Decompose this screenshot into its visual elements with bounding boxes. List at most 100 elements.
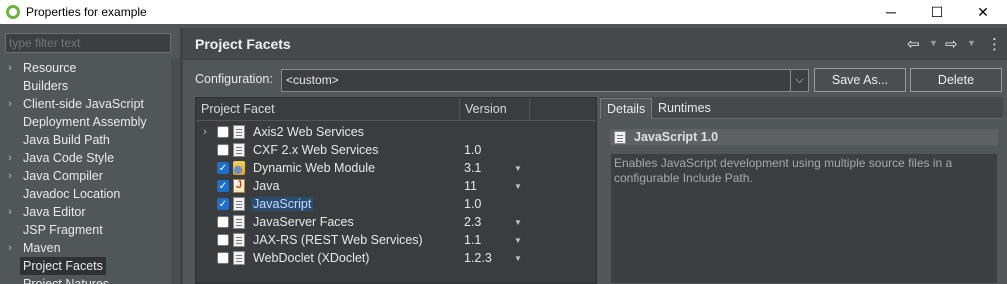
facet-checkbox[interactable] xyxy=(217,252,229,264)
chevron-right-icon[interactable]: › xyxy=(0,167,20,185)
app-icon xyxy=(6,5,20,19)
left-panel: ›ResourceBuilders›Client-side JavaScript… xyxy=(0,28,180,284)
facet-checkbox[interactable]: ✓ xyxy=(217,162,229,174)
facet-version[interactable]: 1.0 xyxy=(464,197,481,211)
back-arrow-icon[interactable]: ⇦ xyxy=(907,35,920,53)
tree-scrollbar[interactable] xyxy=(171,58,180,284)
tree-item-label: Maven xyxy=(23,241,61,255)
facet-name: CXF 2.x Web Services xyxy=(253,143,379,157)
detail-description: Enables JavaScript development using mul… xyxy=(610,153,998,284)
column-header-facet[interactable]: Project Facet xyxy=(196,98,460,120)
forward-dropdown-icon[interactable]: ▼ xyxy=(967,38,976,48)
tree-item[interactable]: JSP Fragment xyxy=(0,221,180,239)
filter-input[interactable] xyxy=(5,33,171,53)
tree-item[interactable]: Project Facets xyxy=(0,257,180,275)
facet-row[interactable]: ✓ Dynamic Web Module 3.1 ▼ xyxy=(196,159,596,177)
facet-row[interactable]: CXF 2.x Web Services 1.0 xyxy=(196,141,596,159)
tree-item-label: Builders xyxy=(23,79,69,93)
title-bar: Properties for example ─ ☐ ✕ xyxy=(0,0,1007,24)
facet-checkbox[interactable] xyxy=(217,144,229,156)
doc-icon xyxy=(614,130,626,144)
tree-item-label: Java Editor xyxy=(23,205,86,219)
chevron-right-icon[interactable]: › xyxy=(0,149,20,167)
chevron-right-icon[interactable]: › xyxy=(196,126,214,138)
facet-version[interactable]: 11 xyxy=(464,179,477,193)
header-divider xyxy=(196,120,596,121)
tree-item[interactable]: Deployment Assembly xyxy=(0,113,180,131)
tree-item[interactable]: Project Natures xyxy=(0,275,180,284)
tree-item-label: JSP Fragment xyxy=(23,223,103,237)
facet-checkbox[interactable]: ✓ xyxy=(217,198,229,210)
tree-item[interactable]: Javadoc Location xyxy=(0,185,180,203)
version-dropdown-icon[interactable]: ▼ xyxy=(514,164,522,173)
tree-item[interactable]: › Resource xyxy=(0,59,180,77)
page-header: Project Facets ⇦ ▼ ⇨ ▼ ⋮ xyxy=(183,28,1007,60)
configuration-label: Configuration: xyxy=(195,72,273,86)
chevron-down-icon[interactable]: ⌵ xyxy=(790,70,808,91)
facet-row[interactable]: JAX-RS (REST Web Services) 1.1 ▼ xyxy=(196,231,596,249)
facet-version[interactable]: 1.2.3 xyxy=(464,251,492,265)
version-dropdown-icon[interactable]: ▼ xyxy=(514,218,522,227)
facet-row[interactable]: › Axis2 Web Services xyxy=(196,123,596,141)
tree-item-label: Java Compiler xyxy=(23,169,103,183)
doc-icon xyxy=(233,251,245,265)
delete-button[interactable]: Delete xyxy=(910,68,1002,92)
tab-details[interactable]: Details xyxy=(600,98,653,119)
facet-checkbox[interactable] xyxy=(217,126,229,138)
facet-name: Java xyxy=(253,179,280,193)
version-dropdown-icon[interactable]: ▼ xyxy=(514,236,522,245)
tree-item[interactable]: › Maven xyxy=(0,239,180,257)
facet-checkbox[interactable]: ✓ xyxy=(217,180,229,192)
web-module-icon xyxy=(233,161,245,175)
minimize-button[interactable]: ─ xyxy=(868,0,914,24)
back-dropdown-icon[interactable]: ▼ xyxy=(929,38,938,48)
version-dropdown-icon[interactable]: ▼ xyxy=(514,182,522,191)
detail-title: JavaScript 1.0 xyxy=(610,129,998,145)
facet-version[interactable]: 1.0 xyxy=(464,143,481,157)
configuration-select[interactable]: <custom> ⌵ xyxy=(281,69,809,92)
maximize-button[interactable]: ☐ xyxy=(914,0,960,24)
tree-item[interactable]: › Java Editor xyxy=(0,203,180,221)
tab-runtimes[interactable]: Runtimes xyxy=(652,98,717,119)
facet-name: WebDoclet (XDoclet) xyxy=(253,251,370,265)
facet-row[interactable]: ✓ Java 11 ▼ xyxy=(196,177,596,195)
tree-item[interactable]: Java Build Path xyxy=(0,131,180,149)
properties-tree: › Resource Builders › Client-side JavaScript… xyxy=(0,59,180,284)
facet-checkbox[interactable] xyxy=(217,234,229,246)
doc-icon xyxy=(233,197,245,211)
tree-item-label: Java Code Style xyxy=(23,151,115,165)
chevron-right-icon[interactable]: › xyxy=(0,59,20,77)
facet-name: Dynamic Web Module xyxy=(253,161,376,175)
chevron-right-icon[interactable]: › xyxy=(0,203,20,221)
doc-icon xyxy=(233,215,245,229)
tree-item-label: Deployment Assembly xyxy=(23,115,147,129)
save-as-button[interactable]: Save As... xyxy=(814,68,906,92)
tree-item-label: Client-side JavaScript xyxy=(23,97,144,111)
facet-checkbox[interactable] xyxy=(217,216,229,228)
window-title: Properties for example xyxy=(26,5,147,19)
tree-item-label: Java Build Path xyxy=(23,133,110,147)
tree-item[interactable]: Builders xyxy=(0,77,180,95)
tree-item[interactable]: › Java Compiler xyxy=(0,167,180,185)
facet-row[interactable]: WebDoclet (XDoclet) 1.2.3 ▼ xyxy=(196,249,596,267)
details-panel: Details Runtimes JavaScript 1.0 Enables … xyxy=(600,97,1005,284)
tree-item[interactable]: › Client-side JavaScript xyxy=(0,95,180,113)
chevron-right-icon[interactable]: › xyxy=(0,239,20,257)
facet-row[interactable]: ✓ JavaScript 1.0 xyxy=(196,195,596,213)
doc-icon xyxy=(233,125,245,139)
doc-icon xyxy=(233,233,245,247)
version-dropdown-icon[interactable]: ▼ xyxy=(514,254,522,263)
facet-version[interactable]: 1.1 xyxy=(464,233,481,247)
facets-table: Project Facet Version › Axis2 Web Service… xyxy=(195,97,597,284)
chevron-right-icon[interactable]: › xyxy=(0,95,20,113)
facet-version[interactable]: 2.3 xyxy=(464,215,481,229)
close-button[interactable]: ✕ xyxy=(960,0,1006,24)
facet-row[interactable]: JavaServer Faces 2.3 ▼ xyxy=(196,213,596,231)
kebab-menu-icon[interactable]: ⋮ xyxy=(987,35,1002,53)
forward-arrow-icon[interactable]: ⇨ xyxy=(945,35,958,53)
tree-item-label: Project Natures xyxy=(23,277,110,284)
facet-version[interactable]: 3.1 xyxy=(464,161,481,175)
column-header-version[interactable]: Version xyxy=(460,98,530,120)
tree-item[interactable]: › Java Code Style xyxy=(0,149,180,167)
tree-item-label: Javadoc Location xyxy=(23,187,121,201)
